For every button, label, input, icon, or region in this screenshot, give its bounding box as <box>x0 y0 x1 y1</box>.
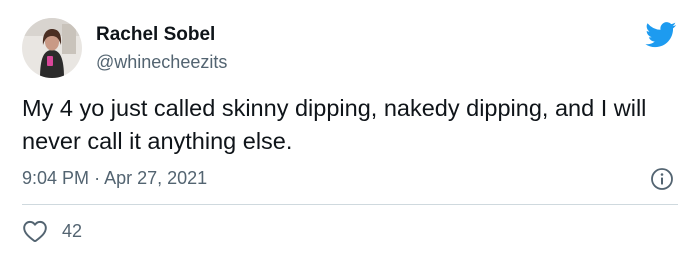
heart-icon <box>22 219 48 243</box>
avatar-image <box>22 18 82 78</box>
tweet-timestamp: 9:04 PM · Apr 27, 2021 <box>22 168 207 189</box>
divider <box>22 204 678 205</box>
meta-separator: · <box>94 168 101 188</box>
tweet-date[interactable]: Apr 27, 2021 <box>104 168 207 188</box>
tweet-card: Rachel Sobel @whinecheezits My 4 yo just… <box>0 0 700 258</box>
like-count: 42 <box>62 220 83 241</box>
avatar[interactable] <box>22 18 82 78</box>
author-handle[interactable]: @whinecheezits <box>96 52 227 73</box>
twitter-bird-icon[interactable] <box>645 22 677 48</box>
tweet-text: My 4 yo just called skinny dipping, nake… <box>22 95 647 154</box>
tweet-time[interactable]: 9:04 PM <box>22 168 89 188</box>
like-button[interactable]: 42 <box>22 216 82 246</box>
info-icon[interactable] <box>650 167 674 191</box>
author-name[interactable]: Rachel Sobel <box>96 24 215 46</box>
